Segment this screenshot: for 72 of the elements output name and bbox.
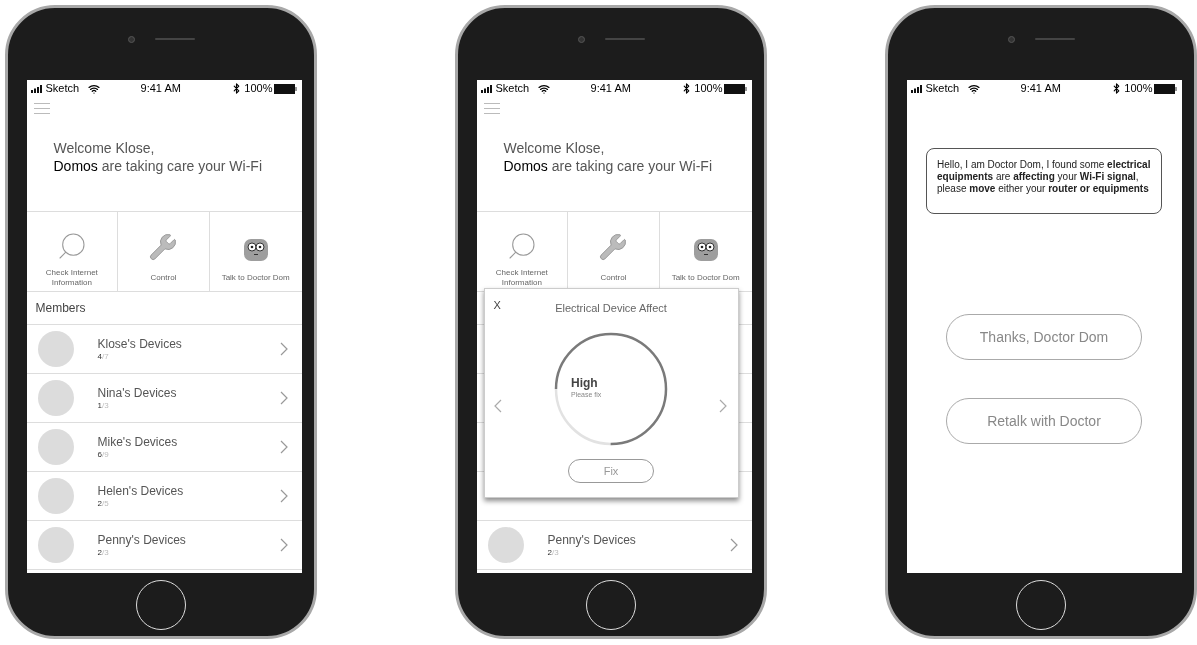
close-button[interactable]: X [493,299,504,312]
members-heading: Members [26,292,302,325]
wifi-icon [88,82,101,95]
device-count: 2/3 [547,547,560,558]
signal-icon [480,84,493,93]
device-count: 1/3 [97,400,110,411]
device-count: 2/3 [97,547,110,558]
avatar-placeholder [37,527,74,563]
robot-face-icon [692,236,719,262]
device-count: 4/7 [97,351,110,362]
battery-percent: 100% [244,81,273,97]
battery-icon [274,83,298,94]
action-tile[interactable]: Control [118,212,210,291]
welcome-subtitle: Domos are taking care your Wi-Fi [53,157,264,175]
wrench-icon [598,232,629,262]
wifi-icon [538,82,551,95]
device-count: 6/9 [97,449,110,460]
robot-face-icon [242,236,269,262]
message-bubble: Hello, I am Doctor Dom, I found some electrical equipments are affecting your Wi-Fi signal, please move either your router or equipments [926,148,1162,214]
battery-icon [1154,83,1178,94]
member-row[interactable]: Klose's Devices 4/7 [26,325,302,374]
member-name: Helen's Devices [97,483,185,499]
welcome-subtitle: Domos are taking care your Wi-Fi [503,157,714,175]
member-row[interactable]: Mike's Devices 6/9 [26,423,302,472]
battery-icon [724,83,748,94]
member-name: Klose's Devices [97,336,183,352]
avatar-placeholder [37,429,74,465]
gauge-reading: High [571,376,599,390]
camera-icon [577,35,585,43]
member-name: Penny's Devices [547,532,637,548]
chevron-right-icon [279,538,288,552]
battery-percent: 100% [694,81,723,97]
signal-icon [910,84,923,93]
dialog-title: Electrical Device Affect [555,302,667,315]
action-tile[interactable]: Check Internet Information [26,212,119,291]
welcome-text: Welcome Klose, [503,139,606,157]
chevron-right-icon [279,489,288,503]
member-row[interactable]: Penny's Devices 2/3 [26,521,302,570]
chevron-left-icon[interactable] [493,399,502,413]
status-time: 9:41 AM [590,81,631,97]
device-count: 2/5 [97,498,110,509]
camera-icon [127,35,135,43]
action-tile[interactable]: Talk to Doctor Dom [209,212,302,291]
chevron-right-icon [729,538,738,552]
member-name: Mike's Devices [97,434,179,450]
carrier-text: Sketch [925,81,960,97]
chevron-right-icon [279,391,288,405]
avatar-placeholder [37,478,74,514]
action-tile[interactable]: Talk to Doctor Dom [659,212,752,291]
welcome-text: Welcome Klose, [53,139,156,157]
status-time: 9:41 AM [140,81,181,97]
member-row[interactable]: Helen's Devices 2/5 [26,472,302,521]
member-row[interactable]: Penny's Devices 2/3 [476,521,752,570]
chevron-right-icon [279,440,288,454]
avatar-placeholder [37,380,74,416]
carrier-text: Sketch [495,81,530,97]
chevron-right-icon[interactable] [718,399,727,413]
member-name: Penny's Devices [97,532,187,548]
menu-icon[interactable] [33,103,50,114]
avatar-placeholder [487,527,524,563]
carrier-text: Sketch [45,81,80,97]
avatar-placeholder [37,331,74,367]
signal-icon [30,84,43,93]
member-name: Nina's Devices [97,385,178,401]
camera-icon [1007,35,1015,43]
menu-icon[interactable] [483,103,500,114]
chevron-right-icon [279,342,288,356]
member-row[interactable]: Nina's Devices 1/3 [26,374,302,423]
status-time: 9:41 AM [1020,81,1061,97]
wrench-icon [148,232,179,262]
battery-percent: 100% [1124,81,1153,97]
wifi-icon [968,82,981,95]
